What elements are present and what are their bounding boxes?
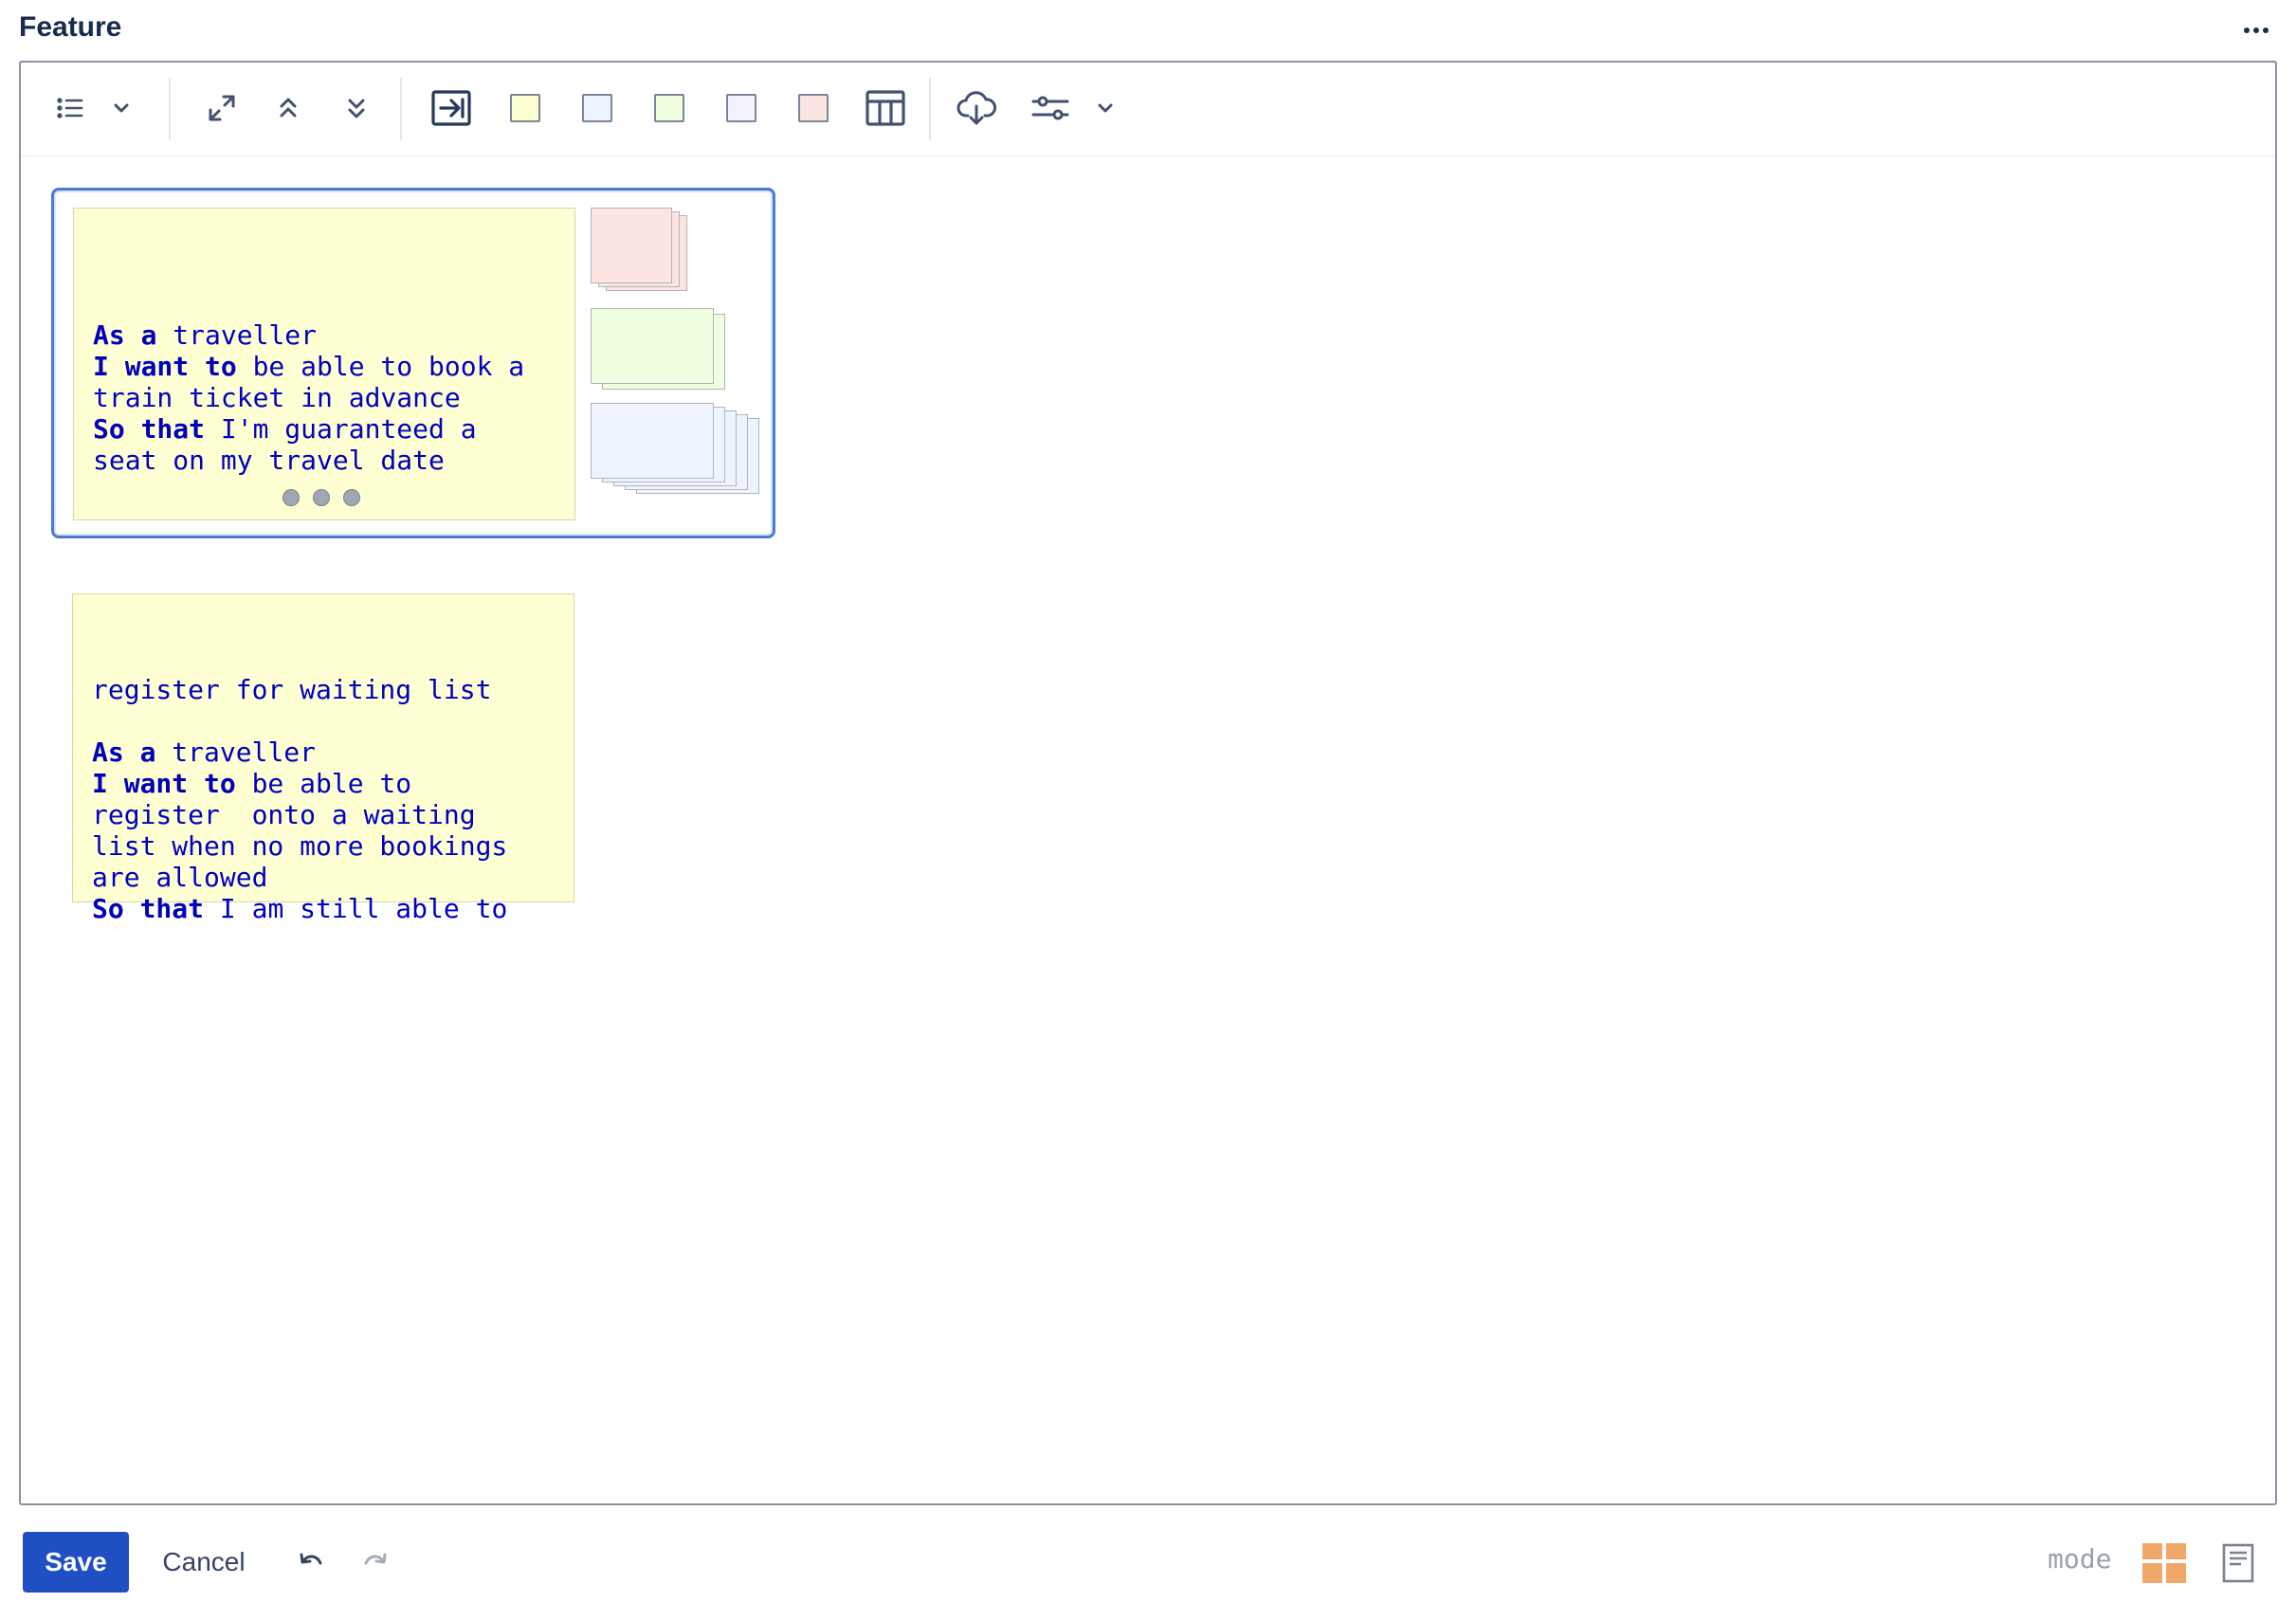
undo-icon <box>300 1553 322 1565</box>
swatch-blue <box>582 94 612 122</box>
card-keyword: So that <box>92 893 205 924</box>
color-blue-button[interactable] <box>573 82 622 135</box>
card-menu[interactable] <box>282 489 360 506</box>
swatch-lavender <box>726 94 756 122</box>
swatch-yellow <box>510 94 540 122</box>
redo-icon <box>364 1553 387 1565</box>
dot-icon <box>343 489 360 506</box>
cloud-download-icon <box>957 91 996 125</box>
card-line-text: train ticket in advance <box>93 382 461 413</box>
undo-button[interactable] <box>290 1532 332 1593</box>
story-card[interactable]: register for waiting list As a traveller I… <box>72 593 574 924</box>
card-line-text: traveller <box>156 319 318 351</box>
card-line-text: I'm guaranteed a <box>205 413 477 445</box>
card-line <box>93 288 556 319</box>
green-card-stack[interactable] <box>591 308 733 393</box>
card-line-text: register onto a waiting <box>92 799 476 830</box>
table-icon <box>866 90 905 126</box>
card-line-text: I am still able to <box>204 893 508 924</box>
settings-button[interactable] <box>1024 82 1077 135</box>
card-keyword: I want to <box>93 351 237 382</box>
cancel-button[interactable]: Cancel <box>142 1532 265 1593</box>
card-line: So that I am still able to <box>92 893 555 924</box>
card-line: I want to be able to book a <box>93 351 556 382</box>
card-line-text: be able to book a <box>236 351 525 382</box>
card-line <box>92 705 555 737</box>
board-mode-button[interactable] <box>2142 1543 2186 1583</box>
page-title: Feature <box>19 11 122 43</box>
expand-all-button[interactable] <box>334 82 379 135</box>
card-keyword: So that <box>93 413 206 445</box>
card-line: register onto a waiting <box>92 799 555 830</box>
toolbar-separator <box>400 78 402 140</box>
card-keyword: I want to <box>92 768 236 799</box>
card-line: are allowed <box>92 862 555 893</box>
document-icon <box>2222 1543 2254 1583</box>
list-view-dropdown[interactable] <box>102 82 140 135</box>
table-view-button[interactable] <box>857 82 914 135</box>
dot-icon <box>282 489 300 506</box>
download-button[interactable] <box>950 82 1003 135</box>
selected-card-group[interactable]: As a traveller I want to be able to book … <box>51 188 775 538</box>
card-line-text: seat on my travel date <box>93 445 445 476</box>
card-keyword: As a <box>92 737 156 768</box>
toolbar-separator <box>169 78 171 140</box>
pink-card-stack[interactable] <box>591 208 695 293</box>
chevron-down-icon <box>114 103 129 113</box>
redo-button[interactable] <box>355 1532 396 1593</box>
swatch-pink <box>798 94 829 122</box>
color-yellow-button[interactable] <box>501 82 550 135</box>
mode-label: mode <box>2048 1543 2112 1575</box>
card-line: As a traveller <box>92 737 555 768</box>
swatch-green <box>654 94 684 122</box>
card-line: As a traveller <box>93 319 556 351</box>
insert-card-button[interactable] <box>425 82 478 135</box>
more-options-button[interactable] <box>2237 13 2275 47</box>
toolbar-separator <box>929 78 931 140</box>
card-keyword: As a <box>93 319 157 351</box>
card-line-text: list when no more bookings <box>92 830 508 862</box>
list-view-button[interactable] <box>47 82 93 135</box>
card-line-text: traveller <box>155 737 317 768</box>
dot-icon <box>313 489 330 506</box>
save-button[interactable]: Save <box>23 1532 129 1593</box>
expand-icon <box>209 95 235 121</box>
insert-card-icon <box>431 90 471 126</box>
card-line-text: are allowed <box>92 862 268 893</box>
toolbar <box>21 63 2275 156</box>
card-line: seat on my travel date <box>93 445 556 476</box>
collapse-all-button[interactable] <box>265 82 311 135</box>
chevron-down-icon <box>1098 103 1113 113</box>
list-icon <box>57 98 83 118</box>
story-card[interactable]: As a traveller I want to be able to book … <box>73 208 575 520</box>
expand-button[interactable] <box>195 82 248 135</box>
card-line-text: register for waiting list <box>92 674 492 705</box>
sliders-icon <box>1031 96 1069 120</box>
card-line-text: be able to <box>235 768 412 799</box>
color-green-button[interactable] <box>645 82 694 135</box>
color-pink-button[interactable] <box>789 82 838 135</box>
card-line: I want to be able to <box>92 768 555 799</box>
card-text: register for waiting list As a traveller I… <box>92 674 555 924</box>
blue-card-stack[interactable] <box>591 403 761 498</box>
color-lavender-button[interactable] <box>717 82 766 135</box>
settings-dropdown[interactable] <box>1086 82 1124 135</box>
card-line: So that I'm guaranteed a <box>93 413 556 445</box>
card-line: list when no more bookings <box>92 830 555 862</box>
card-line: train ticket in advance <box>93 382 556 413</box>
chevrons-down-icon <box>348 99 365 118</box>
card-text: As a traveller I want to be able to book … <box>93 288 556 476</box>
text-mode-button[interactable] <box>2222 1543 2256 1583</box>
ellipsis-icon <box>2244 27 2269 33</box>
card-line: register for waiting list <box>92 674 555 705</box>
chevrons-up-icon <box>280 98 297 118</box>
board-mode-icon <box>2142 1543 2186 1583</box>
